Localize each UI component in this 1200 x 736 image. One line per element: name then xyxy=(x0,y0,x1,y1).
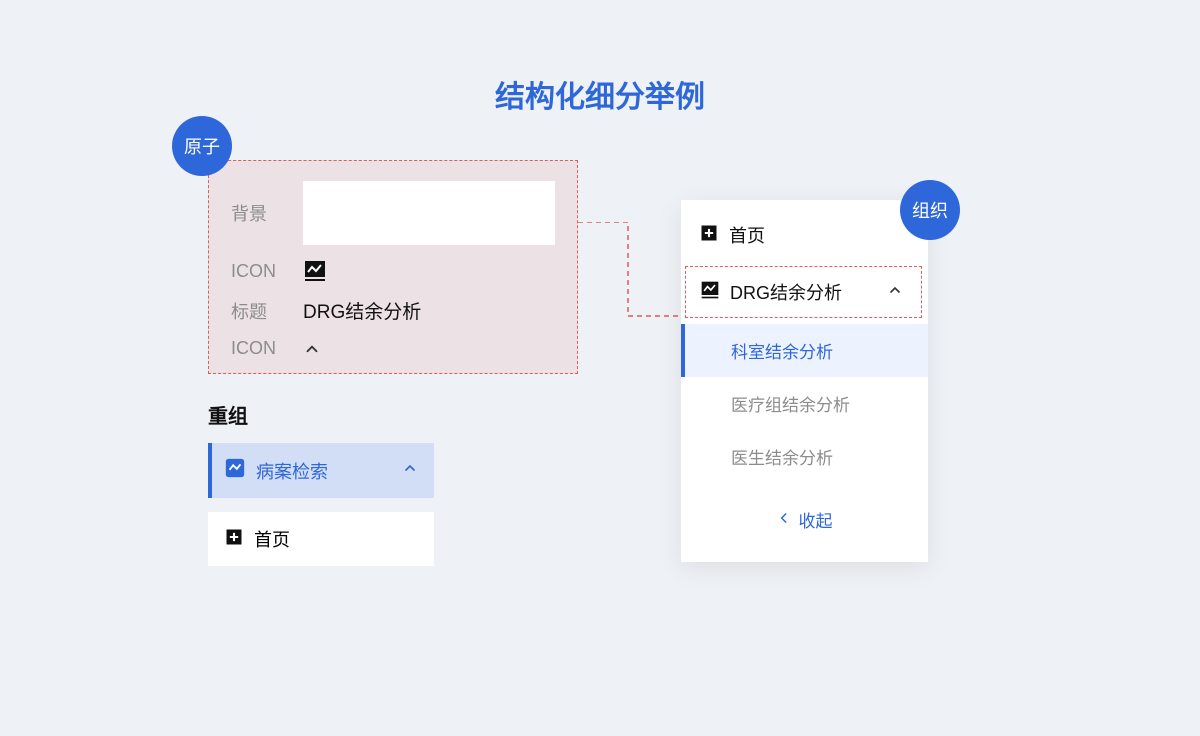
atom-box: 背景 ICON 标题 DRG结余分析 ICON xyxy=(208,160,578,374)
menu-item-home[interactable]: 首页 xyxy=(208,512,434,566)
chart-icon xyxy=(700,280,720,305)
chevron-up-icon xyxy=(402,460,418,481)
org-sub-group[interactable]: 医疗组结余分析 xyxy=(681,377,928,430)
menu-item-search[interactable]: 病案检索 xyxy=(208,443,434,498)
plus-box-icon xyxy=(224,527,244,552)
recombine-box: 病案检索 首页 xyxy=(208,443,434,566)
atom-label-icon2: ICON xyxy=(231,338,303,359)
chevron-up-icon xyxy=(887,282,903,303)
search-chart-icon xyxy=(224,457,246,484)
plus-box-icon xyxy=(699,223,719,248)
chart-icon xyxy=(303,259,327,283)
collapse-button[interactable]: 收起 xyxy=(681,483,928,540)
badge-organization: 组织 xyxy=(900,180,960,240)
atom-label-background: 背景 xyxy=(231,200,303,226)
atom-section: 背景 ICON 标题 DRG结余分析 ICON 重组 病案检索 xyxy=(208,160,578,566)
organization-menu: 首页 DRG结余分析 科室结余分析 医疗组结余分析 医生结余分析 收起 xyxy=(681,200,928,562)
org-sub-doctor[interactable]: 医生结余分析 xyxy=(681,430,928,483)
connector-line xyxy=(578,222,688,330)
org-item-home[interactable]: 首页 xyxy=(681,210,928,260)
collapse-label: 收起 xyxy=(799,507,833,532)
page-title: 结构化细分举例 xyxy=(0,0,1200,116)
menu-item-label: 病案检索 xyxy=(256,458,328,484)
atom-label-icon1: ICON xyxy=(231,261,303,282)
org-sub-dept[interactable]: 科室结余分析 xyxy=(681,324,928,377)
atom-background-swatch xyxy=(303,181,555,245)
recombine-heading: 重组 xyxy=(208,400,578,429)
org-item-label: 首页 xyxy=(729,222,765,248)
chevron-left-icon xyxy=(777,510,791,530)
atom-title-value: DRG结余分析 xyxy=(303,297,421,324)
chevron-up-icon xyxy=(303,340,321,358)
atom-label-title: 标题 xyxy=(231,298,303,324)
org-item-drg[interactable]: DRG结余分析 xyxy=(685,266,922,318)
badge-atom: 原子 xyxy=(172,116,232,176)
org-item-label: DRG结余分析 xyxy=(730,279,842,305)
menu-item-label: 首页 xyxy=(254,526,290,552)
